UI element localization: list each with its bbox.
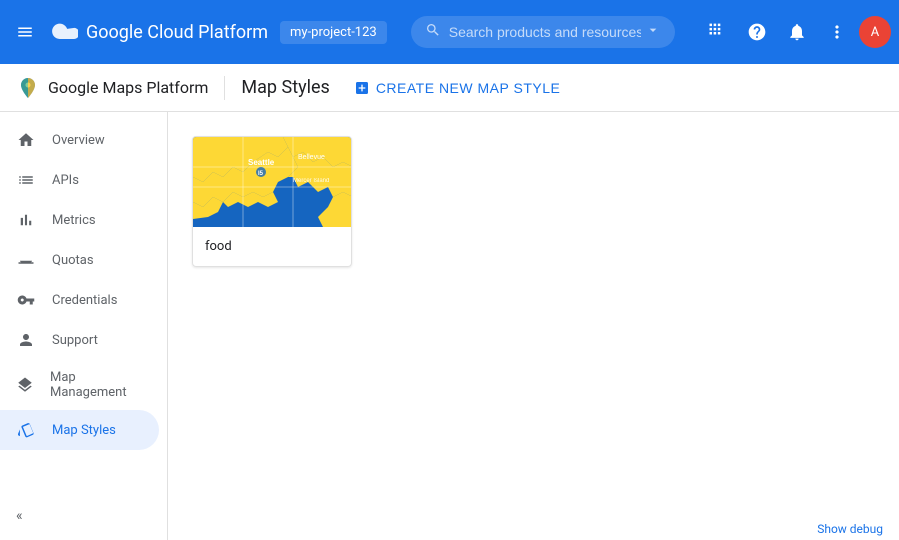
sidebar-item-quotas[interactable]: Quotas (0, 240, 159, 280)
sidebar-label-support: Support (52, 333, 98, 348)
sidebar-item-metrics[interactable]: Metrics (0, 200, 159, 240)
top-nav-bar: Google Cloud Platform my-project-123 A (0, 0, 899, 64)
help-icon-btn[interactable] (739, 14, 775, 50)
home-icon (16, 130, 36, 150)
secondary-nav: Google Maps Platform Map Styles CREATE N… (0, 64, 899, 112)
person-icon (16, 330, 36, 350)
main-layout: Overview APIs Metrics Quotas Credentials (0, 112, 899, 540)
notifications-icon-btn[interactable] (779, 14, 815, 50)
sidebar-item-map-management[interactable]: Map Management (0, 360, 159, 410)
list-icon (16, 170, 36, 190)
layers-icon (16, 375, 34, 395)
app-name-label: Google Cloud Platform (86, 22, 268, 43)
page-title-section: Map Styles CREATE NEW MAP STYLE (224, 76, 568, 100)
monitor-icon (16, 250, 36, 270)
map-thumbnail-svg: Seattle Bellevue Mercer Island I5 (193, 137, 352, 227)
brand-name: Google Maps Platform (48, 78, 208, 97)
key-icon (16, 290, 36, 310)
show-debug-btn[interactable]: Show debug (801, 518, 899, 540)
account-selector[interactable]: my-project-123 (280, 21, 387, 44)
sidebar-item-credentials[interactable]: Credentials (0, 280, 159, 320)
sidebar-item-apis[interactable]: APIs (0, 160, 159, 200)
svg-text:I5: I5 (258, 171, 264, 177)
sidebar-item-overview[interactable]: Overview (0, 120, 159, 160)
sidebar-label-quotas: Quotas (52, 253, 94, 268)
sidebar-label-credentials: Credentials (52, 293, 117, 308)
sidebar: Overview APIs Metrics Quotas Credentials (0, 112, 168, 540)
sidebar-label-overview: Overview (52, 133, 105, 148)
avatar[interactable]: A (859, 16, 891, 48)
map-style-name-food: food (193, 227, 351, 266)
content-area: Seattle Bellevue Mercer Island I5 food (168, 112, 899, 540)
sidebar-item-support[interactable]: Support (0, 320, 159, 360)
svg-text:Seattle: Seattle (248, 158, 275, 167)
style-icon (16, 420, 36, 440)
svg-text:Mercer Island: Mercer Island (293, 178, 329, 184)
map-style-card-food[interactable]: Seattle Bellevue Mercer Island I5 food (192, 136, 352, 267)
bar-chart-icon (16, 210, 36, 230)
create-new-map-style-button[interactable]: CREATE NEW MAP STYLE (346, 76, 569, 100)
top-bar-actions: A (699, 14, 891, 50)
create-btn-label: CREATE NEW MAP STYLE (376, 80, 561, 96)
app-logo: Google Cloud Platform (50, 22, 268, 43)
sidebar-label-apis: APIs (52, 173, 79, 188)
brand-logo: Google Maps Platform (16, 76, 208, 100)
sidebar-label-map-styles: Map Styles (52, 423, 116, 438)
search-bar[interactable] (411, 16, 675, 48)
search-icon (425, 22, 441, 42)
more-icon-btn[interactable] (819, 14, 855, 50)
map-thumbnail-food: Seattle Bellevue Mercer Island I5 (193, 137, 352, 227)
sidebar-label-metrics: Metrics (52, 213, 96, 228)
svg-text:Bellevue: Bellevue (298, 154, 325, 161)
search-input[interactable] (449, 24, 641, 40)
search-dropdown-icon[interactable] (645, 22, 661, 42)
apps-icon-btn[interactable] (699, 14, 735, 50)
sidebar-collapse-btn[interactable]: « (16, 508, 23, 524)
sidebar-label-map-management: Map Management (50, 370, 143, 400)
sidebar-item-map-styles[interactable]: Map Styles (0, 410, 159, 450)
menu-icon[interactable] (8, 15, 42, 49)
page-title: Map Styles (241, 77, 329, 98)
